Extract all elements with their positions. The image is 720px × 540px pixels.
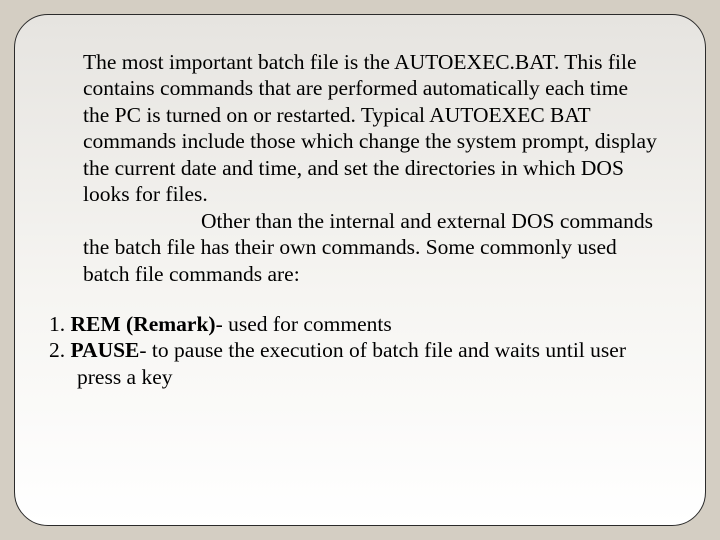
list-number: 2. [49, 338, 71, 362]
spacer [49, 287, 661, 311]
list-item: 2. PAUSE- to pause the execution of batc… [49, 337, 661, 390]
list-bold: PAUSE [71, 338, 140, 362]
slide-card: The most important batch file is the AUT… [14, 14, 706, 526]
body-paragraph-1: The most important batch file is the AUT… [83, 50, 657, 206]
body-paragraph-block: The most important batch file is the AUT… [83, 49, 659, 287]
list-number: 1. [49, 312, 71, 336]
list-rest: - used for comments [216, 312, 392, 336]
list-item: 1. REM (Remark)- used for comments [49, 311, 661, 337]
list-rest: - to pause the execution of batch file a… [77, 338, 626, 388]
list-bold: REM (Remark) [71, 312, 216, 336]
command-list: 1. REM (Remark)- used for comments 2. PA… [49, 311, 661, 390]
body-paragraph-2: Other than the internal and external DOS… [83, 209, 653, 286]
